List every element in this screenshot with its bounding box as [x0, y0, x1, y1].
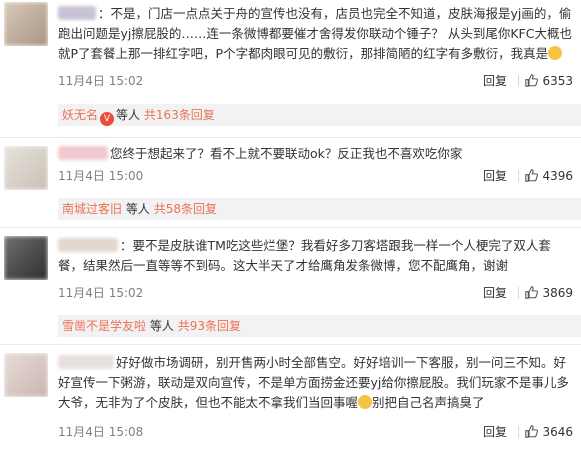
- comment-body: 好好做市场调研，别开售两小时全部售空。好好培训一下客服，别一问三不知。好好宣传一…: [58, 355, 569, 410]
- comment-meta: 11月4日 15:00 回复 4396: [58, 167, 573, 185]
- sub-reply-mid: 等人: [125, 202, 150, 216]
- reply-button[interactable]: 回复: [483, 284, 507, 302]
- avatar[interactable]: [4, 2, 48, 46]
- sub-reply-user[interactable]: 妖无名: [62, 108, 98, 122]
- divider: [518, 287, 519, 299]
- username-redacted[interactable]: [58, 6, 96, 20]
- username-redacted[interactable]: [58, 355, 114, 369]
- sub-reply-mid: 等人: [116, 108, 141, 122]
- divider: [518, 426, 519, 438]
- thumbs-up-icon: [525, 286, 539, 299]
- sub-reply-count[interactable]: 共58条回复: [154, 202, 217, 216]
- like-count: 3869: [542, 286, 573, 300]
- comment-text: 好好做市场调研，别开售两小时全部售空。好好培训一下客服，别一问三不知。好好宣传一…: [58, 353, 573, 413]
- like-button[interactable]: 4396: [525, 167, 573, 185]
- sub-replies[interactable]: 南城过客旧 等人 共58条回复: [58, 198, 581, 220]
- divider: [518, 75, 519, 87]
- timestamp: 11月4日 15:08: [58, 425, 144, 439]
- sub-reply-user[interactable]: 雪凿不是学友啦: [62, 319, 146, 333]
- thumbs-up-icon: [525, 169, 539, 182]
- vip-badge-icon: V: [100, 112, 115, 126]
- like-count: 6353: [542, 74, 573, 88]
- comment-meta: 11月4日 15:02 回复 3869: [58, 284, 573, 302]
- like-count: 3646: [542, 425, 573, 439]
- smile-emoji-icon: [358, 395, 373, 409]
- comment-text: 您终于想起来了？看不上就不要联动ok？反正我也不喜欢吃你家: [58, 144, 573, 164]
- sub-reply-mid: 等人: [149, 319, 174, 333]
- thumbs-up-icon: [525, 425, 539, 438]
- comment-divider: [0, 137, 581, 138]
- like-button[interactable]: 3869: [525, 284, 573, 302]
- comment-body: 您终于想起来了？看不上就不要联动ok？反正我也不喜欢吃你家: [110, 146, 463, 161]
- username-redacted[interactable]: [58, 146, 108, 160]
- username-redacted[interactable]: [58, 238, 118, 252]
- comment-text: ：不是，门店一点点关于舟的宣传也没有，店员也完全不知道，皮肤海报是yj画的，偷跑…: [58, 4, 573, 64]
- comment-divider: [0, 344, 581, 345]
- like-button[interactable]: 6353: [525, 72, 573, 90]
- avatar[interactable]: [4, 353, 48, 397]
- comment-body-tail: 别把自己名声搞臭了: [372, 395, 485, 410]
- reply-button[interactable]: 回复: [483, 72, 507, 90]
- timestamp: 11月4日 15:02: [58, 286, 144, 300]
- reply-button[interactable]: 回复: [483, 423, 507, 441]
- sub-reply-count[interactable]: 共163条回复: [144, 108, 215, 122]
- divider: [518, 170, 519, 182]
- timestamp: 11月4日 15:02: [58, 74, 144, 88]
- thumbs-up-icon: [525, 74, 539, 87]
- comment-divider: [0, 227, 581, 228]
- avatar[interactable]: [4, 236, 48, 280]
- sub-replies[interactable]: 妖无名 V 等人 共163条回复: [58, 104, 581, 126]
- sub-reply-user[interactable]: 南城过客旧: [62, 202, 122, 216]
- comment-body: ：不是，门店一点点关于舟的宣传也没有，店员也完全不知道，皮肤海报是yj画的，偷跑…: [58, 6, 572, 61]
- comment-meta: 11月4日 15:02 回复 6353: [58, 72, 573, 90]
- like-button[interactable]: 3646: [525, 423, 573, 441]
- sub-replies[interactable]: 雪凿不是学友啦 等人 共93条回复: [58, 315, 581, 337]
- smile-emoji-icon: [548, 46, 563, 60]
- comment-meta: 11月4日 15:08 回复 3646: [58, 423, 573, 441]
- reply-button[interactable]: 回复: [483, 167, 507, 185]
- like-count: 4396: [542, 169, 573, 183]
- comment-body: ：要不是皮肤谁TM吃这些烂堡？我看好多刀客塔跟我一样一个人梗完了双人套餐，结果然…: [58, 238, 551, 273]
- timestamp: 11月4日 15:00: [58, 169, 144, 183]
- avatar[interactable]: [4, 146, 48, 190]
- comment-text: ：要不是皮肤谁TM吃这些烂堡？我看好多刀客塔跟我一样一个人梗完了双人套餐，结果然…: [58, 236, 573, 276]
- sub-reply-count[interactable]: 共93条回复: [178, 319, 241, 333]
